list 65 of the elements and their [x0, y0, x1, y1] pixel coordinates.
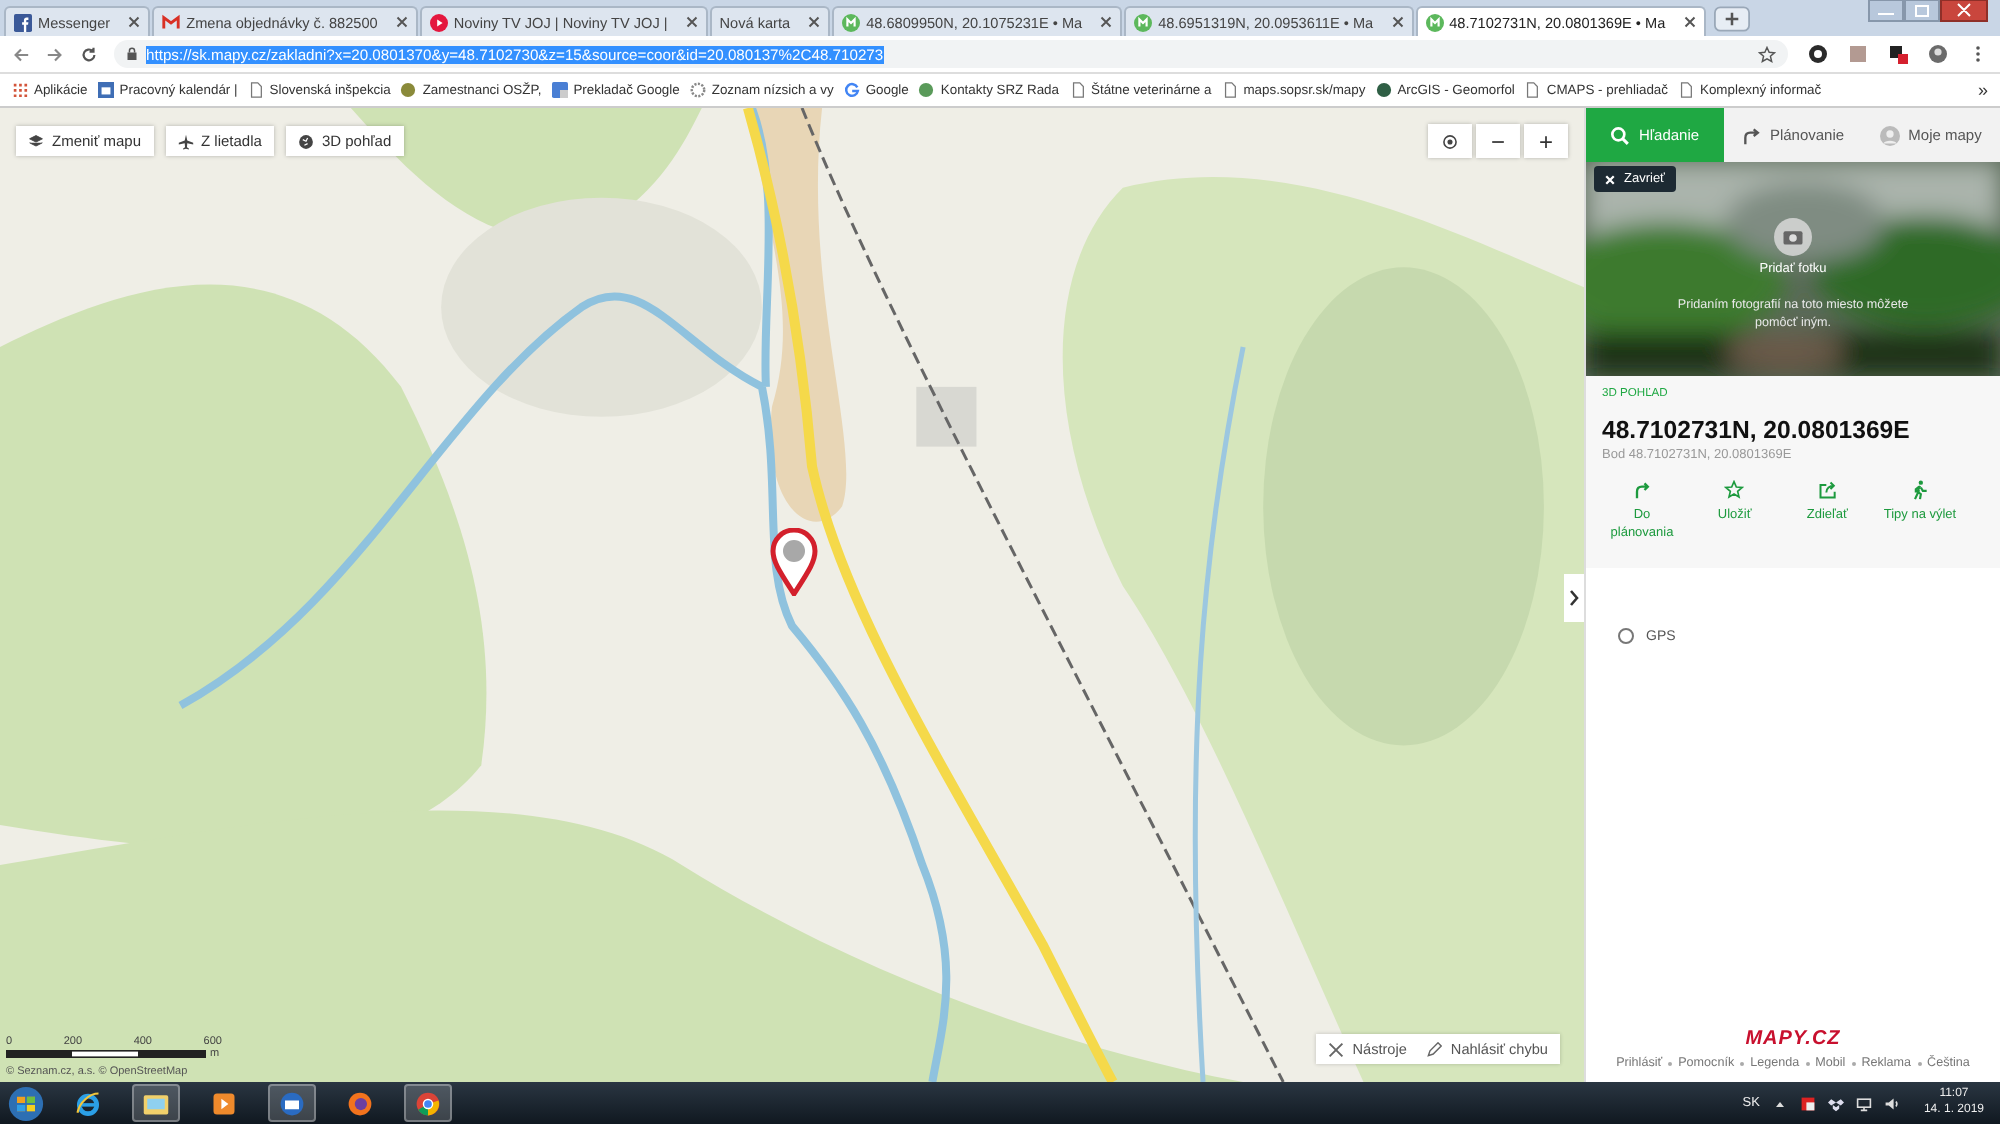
more-bookmarks-button[interactable]: » [1977, 80, 1988, 100]
turn-arrow-icon [1741, 125, 1762, 145]
place-title: 48.7102731N, 20.0801369E [1602, 416, 1912, 444]
gps-radio[interactable] [1618, 628, 1634, 644]
avatar-icon[interactable] [1928, 44, 1948, 64]
back-icon[interactable] [12, 45, 30, 63]
user-icon [1880, 125, 1901, 145]
translate-icon [551, 82, 568, 98]
mapy-logo[interactable]: MAPY.CZ [1745, 1028, 1841, 1050]
page-icon [1221, 82, 1238, 98]
close-icon[interactable] [1100, 16, 1113, 28]
window-controls[interactable] [1868, 0, 1988, 22]
map-logo-icon [1134, 13, 1153, 31]
flag-icon[interactable] [1799, 1095, 1816, 1111]
play-icon [429, 13, 448, 31]
page-icon [1069, 82, 1085, 98]
map-logo-icon [1425, 13, 1444, 31]
page-icon [247, 82, 264, 98]
separator-dot [1917, 1061, 1922, 1065]
separator-dot [1851, 1061, 1856, 1065]
network-icon[interactable] [1855, 1095, 1872, 1111]
taskbar-app[interactable] [132, 1084, 180, 1122]
close-icon[interactable] [685, 16, 698, 28]
close-icon[interactable] [808, 16, 821, 28]
page-icon [1678, 82, 1694, 98]
speaker-icon[interactable] [1883, 1095, 1900, 1111]
calendar-icon [97, 82, 114, 98]
browser-e-icon [74, 1089, 102, 1117]
camera-icon[interactable] [1774, 218, 1812, 256]
letter-g-icon [843, 82, 860, 98]
map-logo-icon [842, 13, 861, 31]
taskbar-app[interactable] [268, 1084, 316, 1122]
star-icon[interactable] [1758, 45, 1776, 63]
emblem-icon [400, 82, 417, 98]
folder-icon [142, 1089, 170, 1117]
close-icon[interactable] [1391, 16, 1404, 28]
globe-icon [1375, 82, 1392, 98]
fox-globe-icon [346, 1089, 374, 1117]
star-icon [1724, 480, 1745, 500]
walking-person-icon [1909, 480, 1930, 500]
taskbar-app[interactable] [404, 1084, 452, 1122]
separator-dot [1805, 1061, 1810, 1065]
lock-icon [126, 46, 138, 62]
share-icon [1817, 480, 1838, 500]
facebook-icon [14, 13, 32, 31]
page-icon [1524, 82, 1541, 98]
separator-dot [1740, 1061, 1745, 1065]
gear-icon [689, 82, 706, 98]
new-tab-icon[interactable] [1713, 6, 1750, 32]
forward-icon[interactable] [46, 45, 64, 63]
close-icon[interactable] [128, 16, 141, 28]
close-icon[interactable] [1683, 16, 1696, 28]
apps-grid-icon [12, 82, 28, 98]
search-icon [1610, 125, 1631, 145]
leaf-icon [918, 82, 935, 98]
extension-icon[interactable] [1888, 44, 1908, 64]
start-button[interactable] [8, 1085, 44, 1121]
mail-icon [278, 1089, 306, 1117]
separator-dot [1668, 1061, 1673, 1065]
play-icon [210, 1089, 238, 1117]
turn-arrow-icon [1632, 480, 1652, 500]
close-icon [1604, 173, 1616, 185]
reload-icon[interactable] [80, 45, 98, 63]
close-icon[interactable] [395, 16, 408, 28]
envelope-icon [162, 13, 181, 31]
